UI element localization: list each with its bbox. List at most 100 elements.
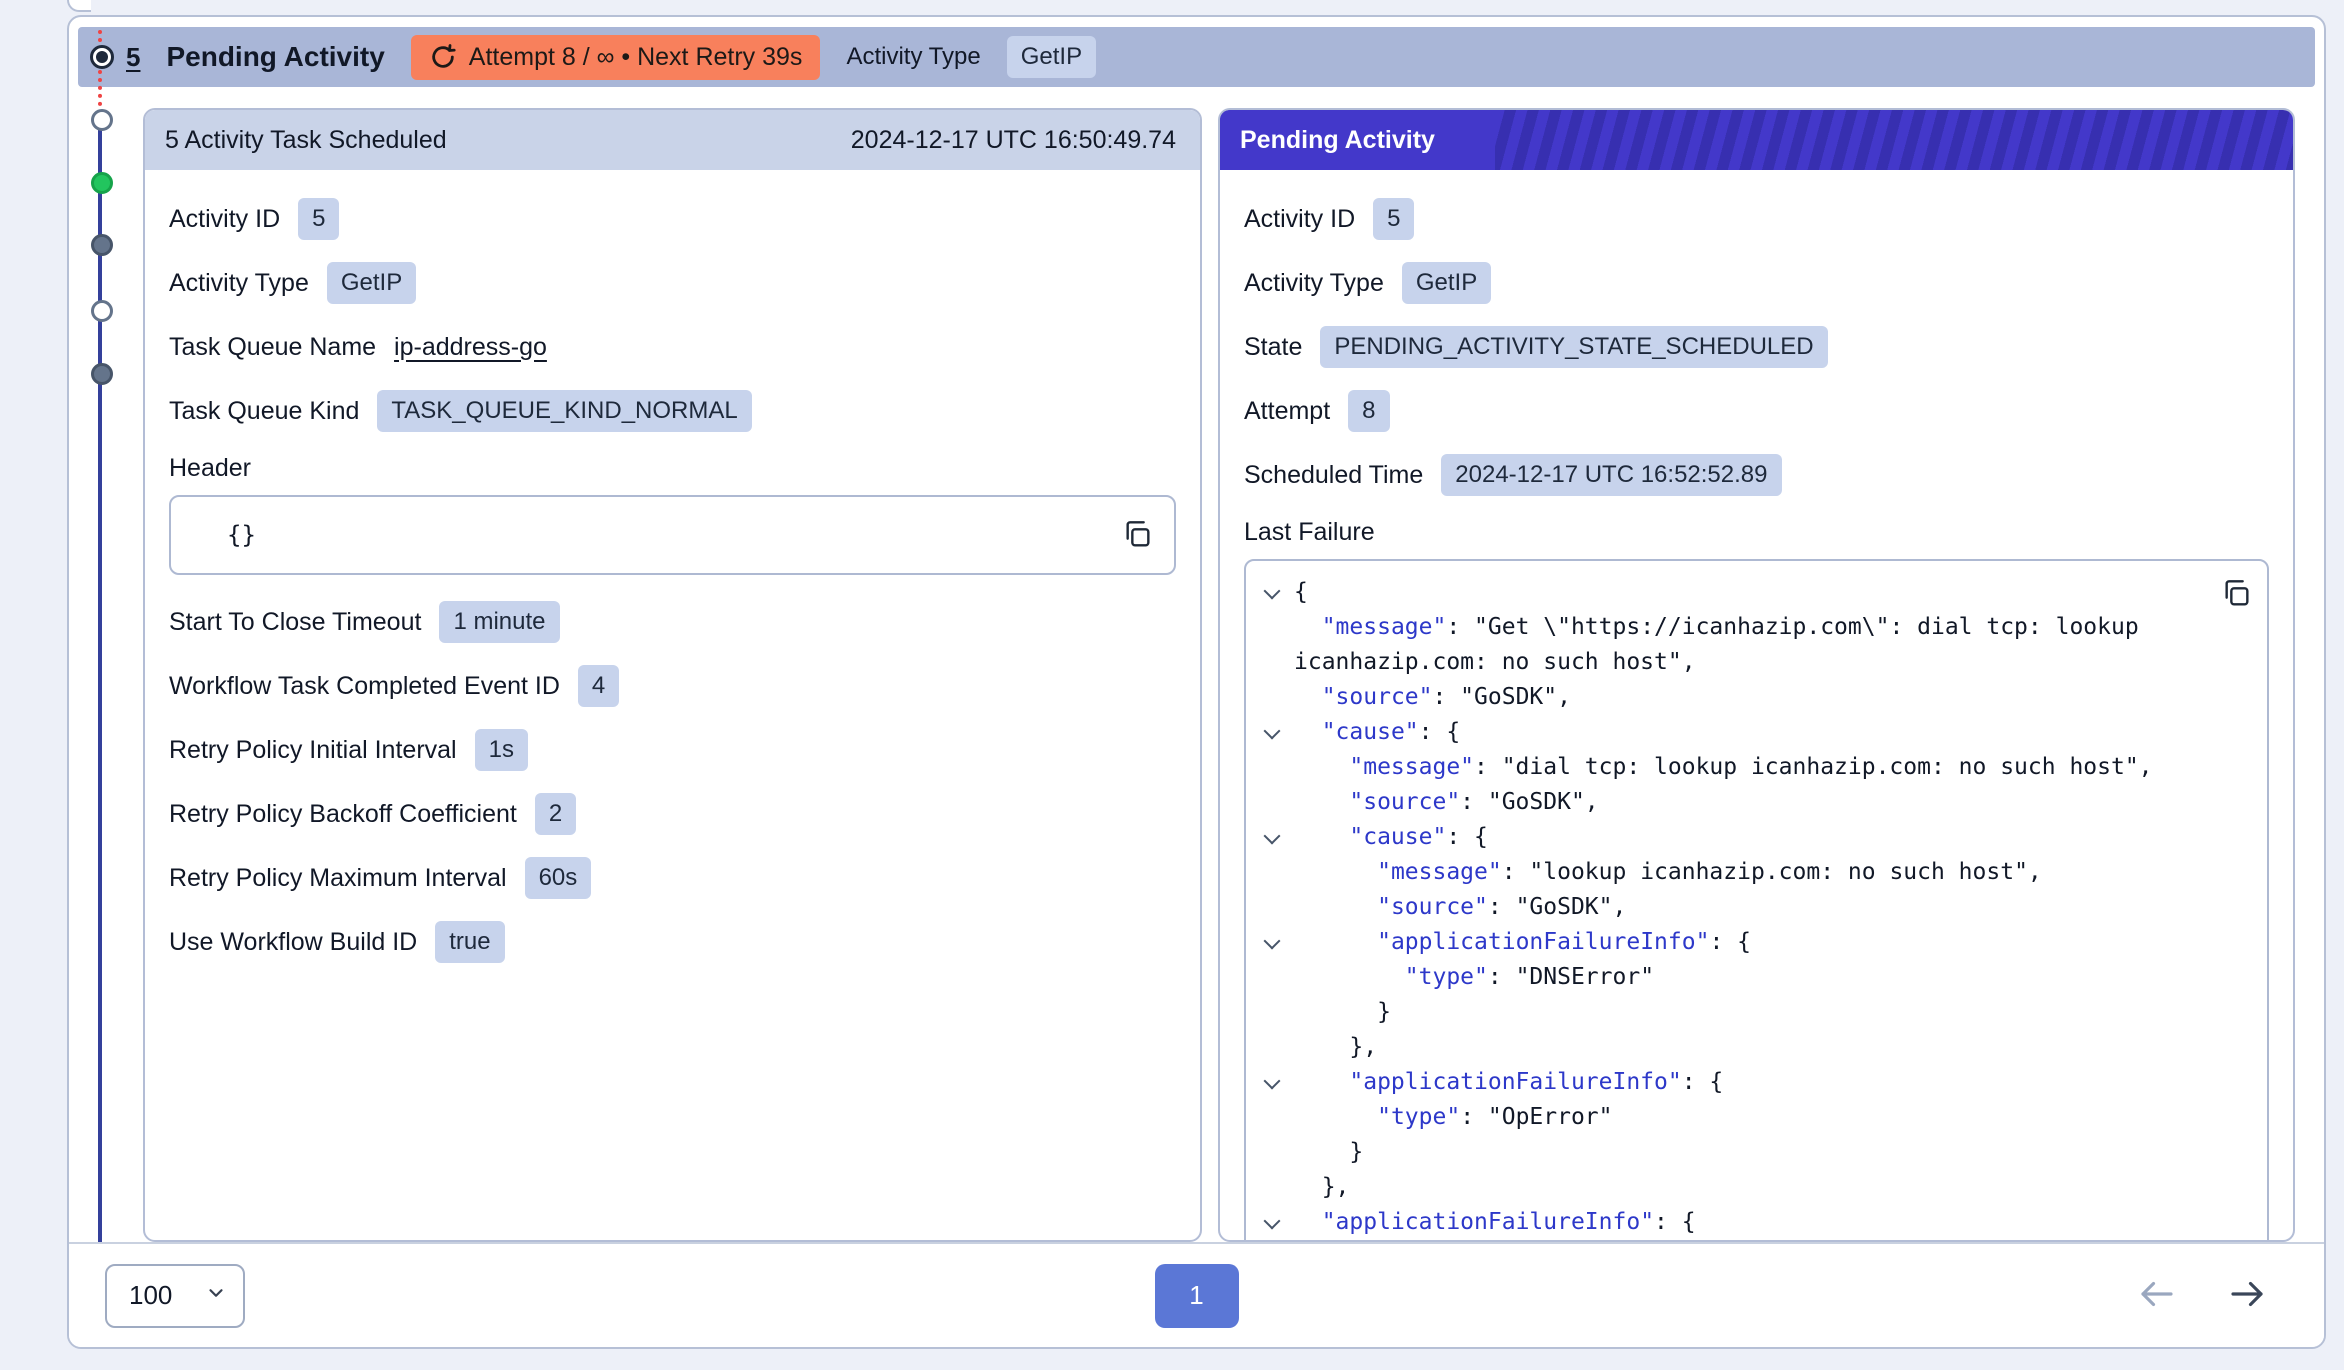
- field-row: Activity Type GetIP: [169, 262, 1176, 304]
- field-value-badge: 1s: [475, 729, 528, 770]
- failure-code-line: "source": "GoSDK",: [1256, 680, 2221, 715]
- field-row: Retry Policy Backoff Coefficient 2: [169, 793, 1176, 835]
- code-text: "source": "GoSDK",: [1294, 890, 1626, 925]
- previous-card-edge: [67, 0, 91, 12]
- left-panel-header: 5 Activity Task Scheduled 2024-12-17 UTC…: [145, 110, 1200, 170]
- field-row: Retry Policy Initial Interval 1s: [169, 729, 1176, 771]
- code-text: },: [1294, 1170, 1349, 1205]
- field-value-badge: 5: [1373, 198, 1414, 239]
- timeline-dot-open-1[interactable]: [91, 109, 113, 131]
- collapse-chevron-icon[interactable]: [1256, 715, 1294, 750]
- pending-activity-title: Pending Activity: [1220, 110, 1495, 170]
- field-row: Task Queue Name ip-address-go: [169, 326, 1176, 368]
- copy-button[interactable]: [2217, 575, 2255, 613]
- page-size-value: 100: [129, 1280, 172, 1311]
- field-label: Attempt: [1244, 397, 1330, 426]
- field-row: State PENDING_ACTIVITY_STATE_SCHEDULED: [1244, 326, 2269, 368]
- code-text: "source": "GoSDK",: [1294, 785, 1599, 820]
- code-text: "message": "dial tcp: lookup icanhazip.c…: [1294, 750, 2153, 785]
- field-label: Task Queue Name: [169, 333, 376, 362]
- collapse-chevron-icon[interactable]: [1256, 575, 1294, 610]
- field-row: Task Queue Kind TASK_QUEUE_KIND_NORMAL: [169, 390, 1176, 432]
- pagination-arrows: [2136, 1273, 2268, 1318]
- event-id-link[interactable]: 5: [126, 42, 140, 73]
- field-value-badge: GetIP: [1402, 262, 1491, 303]
- field-row: Use Workflow Build ID true: [169, 921, 1176, 963]
- field-row: Start To Close Timeout 1 minute: [169, 601, 1176, 643]
- code-gutter: [1256, 1135, 1294, 1170]
- code-text: }: [1294, 995, 1391, 1030]
- timeline-dot-open-2[interactable]: [91, 300, 113, 322]
- timeline-line: [98, 110, 102, 1242]
- copy-icon: [2220, 577, 2252, 612]
- failure-code-line: "type": "DNSError": [1256, 960, 2221, 995]
- prev-page-button[interactable]: [2136, 1273, 2178, 1318]
- code-gutter: [1256, 1030, 1294, 1065]
- header-payload-code: {}: [171, 521, 256, 549]
- field-value-badge: 5: [298, 198, 339, 239]
- field-label: Retry Policy Initial Interval: [169, 736, 457, 765]
- failure-code-line: "source": "GoSDK",: [1256, 890, 2221, 925]
- code-text: "message": "Get \"https://icanhazip.com\…: [1294, 610, 2221, 680]
- activity-task-scheduled-panel: 5 Activity Task Scheduled 2024-12-17 UTC…: [143, 108, 1202, 1242]
- retry-status-badge: Attempt 8 / ∞ • Next Retry 39s: [411, 35, 821, 80]
- activity-type-label: Activity Type: [846, 43, 980, 71]
- event-title: Pending Activity: [166, 41, 384, 73]
- field-value-badge: 8: [1348, 390, 1389, 431]
- timeline-dot-active[interactable]: [91, 172, 113, 194]
- left-panel-body: Activity ID 5 Activity Type GetIP Task Q…: [145, 170, 1200, 963]
- collapse-chevron-icon[interactable]: [1256, 820, 1294, 855]
- field-value-badge: 4: [578, 665, 619, 706]
- arrow-left-icon: [2136, 1273, 2178, 1318]
- page-size-select[interactable]: 100: [105, 1264, 245, 1328]
- code-gutter: [1256, 785, 1294, 820]
- field-row: Activity ID 5: [169, 198, 1176, 240]
- code-text: "cause": {: [1294, 715, 1460, 750]
- field-label: Activity Type: [1244, 269, 1384, 298]
- collapse-chevron-icon[interactable]: [1256, 1065, 1294, 1100]
- arrow-right-icon: [2226, 1273, 2268, 1318]
- code-text: "message": "lookup icanhazip.com: no suc…: [1294, 855, 2042, 890]
- field-label: Activity Type: [169, 269, 309, 298]
- field-label: Task Queue Kind: [169, 397, 359, 426]
- code-text: "applicationFailureInfo": {: [1294, 925, 1751, 960]
- field-value-badge: true: [435, 921, 504, 962]
- field-label: Use Workflow Build ID: [169, 928, 417, 957]
- activity-type-badge: GetIP: [1007, 36, 1096, 77]
- collapse-chevron-icon[interactable]: [1256, 1205, 1294, 1240]
- field-row: Retry Policy Maximum Interval 60s: [169, 857, 1176, 899]
- field-value-badge: 1 minute: [439, 601, 559, 642]
- code-text: "source": "GoSDK",: [1294, 680, 1571, 715]
- field-row: Activity ID 5: [1244, 198, 2269, 240]
- timeline-dot-completed-2[interactable]: [91, 363, 113, 385]
- page-number-button[interactable]: 1: [1155, 1264, 1239, 1328]
- code-gutter: [1256, 995, 1294, 1030]
- failure-code-line: },: [1256, 1030, 2221, 1065]
- code-text: },: [1294, 1030, 1377, 1065]
- next-page-button[interactable]: [2226, 1273, 2268, 1318]
- field-row: Attempt 8: [1244, 390, 2269, 432]
- field-label: Activity ID: [169, 205, 280, 234]
- failure-code-line: "message": "lookup icanhazip.com: no suc…: [1256, 855, 2221, 890]
- failure-code-line: },: [1256, 1170, 2221, 1205]
- code-text: "type": "DNSError": [1294, 960, 1654, 995]
- selected-event-dot[interactable]: [90, 45, 114, 69]
- field-row: Workflow Task Completed Event ID 4: [169, 665, 1176, 707]
- task-queue-link[interactable]: ip-address-go: [394, 333, 547, 362]
- code-text: }: [1294, 1135, 1363, 1170]
- failure-code-line: "type": "OpError": [1256, 1100, 2221, 1135]
- collapse-chevron-icon[interactable]: [1256, 925, 1294, 960]
- chevron-down-icon: [205, 1280, 227, 1311]
- field-value-badge: 60s: [525, 857, 592, 898]
- failure-code-line: "message": "dial tcp: lookup icanhazip.c…: [1256, 750, 2221, 785]
- code-gutter: [1256, 890, 1294, 925]
- copy-button[interactable]: [1118, 516, 1156, 554]
- code-gutter: [1256, 960, 1294, 995]
- code-text: "cause": {: [1294, 820, 1488, 855]
- field-value-badge: PENDING_ACTIVITY_STATE_SCHEDULED: [1320, 326, 1827, 367]
- failure-code-line: "cause": {: [1256, 715, 2221, 750]
- code-gutter: [1256, 750, 1294, 785]
- timeline-dot-completed-1[interactable]: [91, 234, 113, 256]
- last-failure-code-block: { "message": "Get \"https://icanhazip.co…: [1244, 559, 2269, 1242]
- copy-icon: [1121, 518, 1153, 553]
